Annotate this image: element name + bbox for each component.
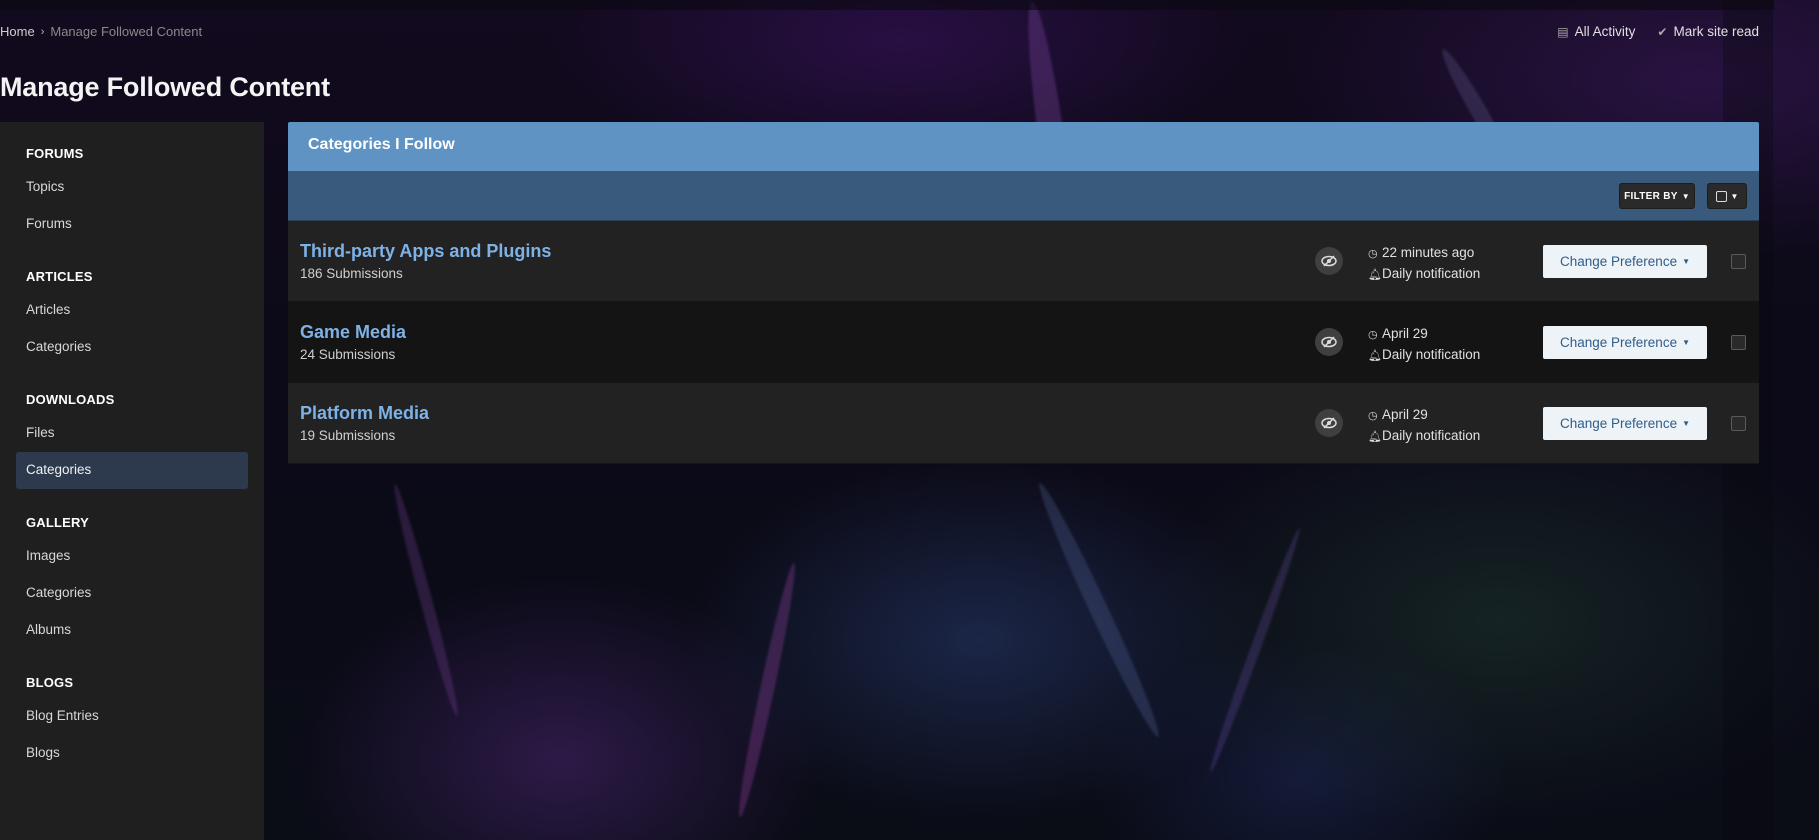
row-checkbox[interactable] <box>1731 416 1746 431</box>
clock-icon: ◷ <box>1368 410 1378 422</box>
followed-row: Game Media 24 Submissions ◷ April 29 🔔︎Da… <box>288 302 1759 383</box>
page-title: Manage Followed Content <box>0 72 330 102</box>
sidebar-section-downloads: DOWNLOADS Files Categories <box>16 384 248 489</box>
breadcrumb-home[interactable]: Home <box>0 24 35 39</box>
newspaper-icon: ▤ <box>1557 24 1569 39</box>
sidebar-section-articles: ARTICLES Articles Categories <box>16 261 248 366</box>
mark-site-read-link[interactable]: ✔ Mark site read <box>1657 24 1759 39</box>
submission-count: 186 Submissions <box>300 266 403 281</box>
followed-row: Platform Media 19 Submissions ◷ April 29 … <box>288 383 1759 464</box>
followed-time: April 29 <box>1382 407 1428 422</box>
sidebar-item-article-categories[interactable]: Categories <box>16 329 248 366</box>
bell-icon: 🔔︎ <box>1368 269 1382 281</box>
category-link[interactable]: Third-party Apps and Plugins <box>300 241 551 262</box>
notification-type: Daily notification <box>1382 266 1481 281</box>
breadcrumb-current: Manage Followed Content <box>50 24 203 39</box>
followed-row: Third-party Apps and Plugins 186 Submiss… <box>288 221 1759 302</box>
sidebar-item-blog-entries[interactable]: Blog Entries <box>16 698 248 735</box>
sidebar-item-download-categories[interactable]: Categories <box>16 452 248 489</box>
check-icon: ✔ <box>1657 24 1668 39</box>
filter-by-label: FILTER BY <box>1624 190 1678 202</box>
sidebar-section-blogs: BLOGS Blog Entries Blogs <box>16 667 248 772</box>
sidebar: FORUMS Topics Forums ARTICLES Articles C… <box>0 122 264 840</box>
sidebar-heading: BLOGS <box>26 675 74 690</box>
caret-down-icon: ▼ <box>1730 191 1739 201</box>
change-preference-button[interactable]: Change Preference ▼ <box>1543 407 1707 440</box>
row-checkbox[interactable] <box>1731 335 1746 350</box>
eye-slash-icon <box>1315 247 1343 275</box>
checkbox-icon <box>1715 190 1727 202</box>
chevron-right-icon: › <box>40 25 45 38</box>
follow-meta: ◷ 22 minutes ago 🔔︎Daily notification <box>1368 243 1480 285</box>
panel-toolbar: FILTER BY ▼ ▼ <box>288 171 1759 221</box>
notification-type: Daily notification <box>1382 347 1481 362</box>
notification-type: Daily notification <box>1382 428 1481 443</box>
clock-icon: ◷ <box>1368 248 1378 260</box>
sidebar-item-albums[interactable]: Albums <box>16 612 248 649</box>
sidebar-heading: GALLERY <box>26 515 90 530</box>
change-preference-label: Change Preference <box>1560 335 1678 350</box>
all-activity-label: All Activity <box>1574 24 1636 39</box>
sidebar-item-blogs[interactable]: Blogs <box>16 735 248 772</box>
followed-time: April 29 <box>1382 326 1428 341</box>
sidebar-item-files[interactable]: Files <box>16 415 248 452</box>
all-activity-link[interactable]: ▤ All Activity <box>1557 24 1635 39</box>
sidebar-section-forums: FORUMS Topics Forums <box>16 138 248 243</box>
eye-slash-icon <box>1315 409 1343 437</box>
followed-categories-panel: Categories I Follow FILTER BY ▼ ▼ Third-… <box>288 122 1759 464</box>
mark-site-read-label: Mark site read <box>1673 24 1759 39</box>
sidebar-heading: FORUMS <box>26 146 84 161</box>
sidebar-heading: DOWNLOADS <box>26 392 115 407</box>
sidebar-heading: ARTICLES <box>26 269 93 284</box>
follow-meta: ◷ April 29 🔔︎Daily notification <box>1368 405 1480 447</box>
change-preference-label: Change Preference <box>1560 416 1678 431</box>
followed-time: 22 minutes ago <box>1382 245 1475 260</box>
category-link[interactable]: Game Media <box>300 322 406 343</box>
panel-title: Categories I Follow <box>288 122 1759 171</box>
sidebar-item-articles[interactable]: Articles <box>16 292 248 329</box>
breadcrumb: Home › Manage Followed Content <box>0 24 202 39</box>
category-link[interactable]: Platform Media <box>300 403 429 424</box>
sidebar-item-gallery-categories[interactable]: Categories <box>16 575 248 612</box>
row-checkbox[interactable] <box>1731 254 1746 269</box>
sidebar-item-forums[interactable]: Forums <box>16 206 248 243</box>
sidebar-item-images[interactable]: Images <box>16 538 248 575</box>
sidebar-item-topics[interactable]: Topics <box>16 169 248 206</box>
sidebar-section-gallery: GALLERY Images Categories Albums <box>16 507 248 649</box>
change-preference-button[interactable]: Change Preference ▼ <box>1543 245 1707 278</box>
top-links: ▤ All Activity ✔ Mark site read <box>1557 24 1759 39</box>
caret-down-icon: ▼ <box>1682 338 1690 347</box>
eye-slash-icon <box>1315 328 1343 356</box>
submission-count: 19 Submissions <box>300 428 396 443</box>
caret-down-icon: ▼ <box>1682 257 1690 266</box>
caret-down-icon: ▼ <box>1682 419 1690 428</box>
change-preference-button[interactable]: Change Preference ▼ <box>1543 326 1707 359</box>
follow-meta: ◷ April 29 🔔︎Daily notification <box>1368 324 1480 366</box>
change-preference-label: Change Preference <box>1560 254 1678 269</box>
clock-icon: ◷ <box>1368 329 1378 341</box>
select-all-button[interactable]: ▼ <box>1707 183 1747 209</box>
bell-icon: 🔔︎ <box>1368 431 1382 443</box>
submission-count: 24 Submissions <box>300 347 396 362</box>
bell-icon: 🔔︎ <box>1368 350 1382 362</box>
filter-by-button[interactable]: FILTER BY ▼ <box>1619 183 1695 209</box>
caret-down-icon: ▼ <box>1681 191 1690 201</box>
